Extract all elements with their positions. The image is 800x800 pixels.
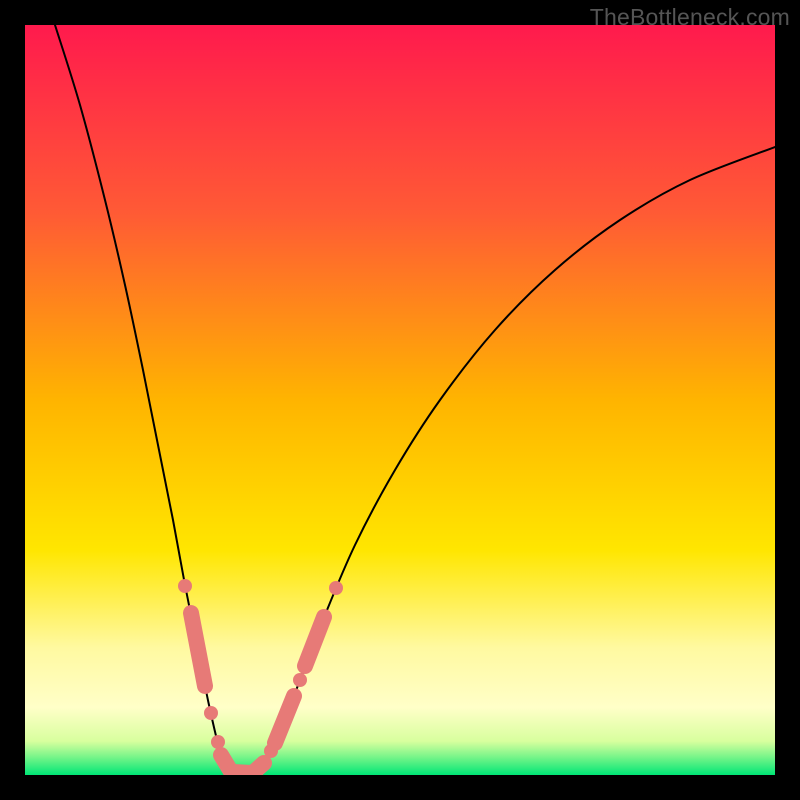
marker-capsule — [255, 763, 264, 771]
plot-area — [25, 25, 775, 775]
marker-dot — [178, 579, 192, 593]
watermark-text: TheBottleneck.com — [590, 4, 790, 31]
marker-dot — [211, 735, 225, 749]
chart-svg — [25, 25, 775, 775]
marker-dot — [293, 673, 307, 687]
gradient-background — [25, 25, 775, 775]
chart-frame: TheBottleneck.com — [0, 0, 800, 800]
marker-dot — [329, 581, 343, 595]
marker-dot — [204, 706, 218, 720]
